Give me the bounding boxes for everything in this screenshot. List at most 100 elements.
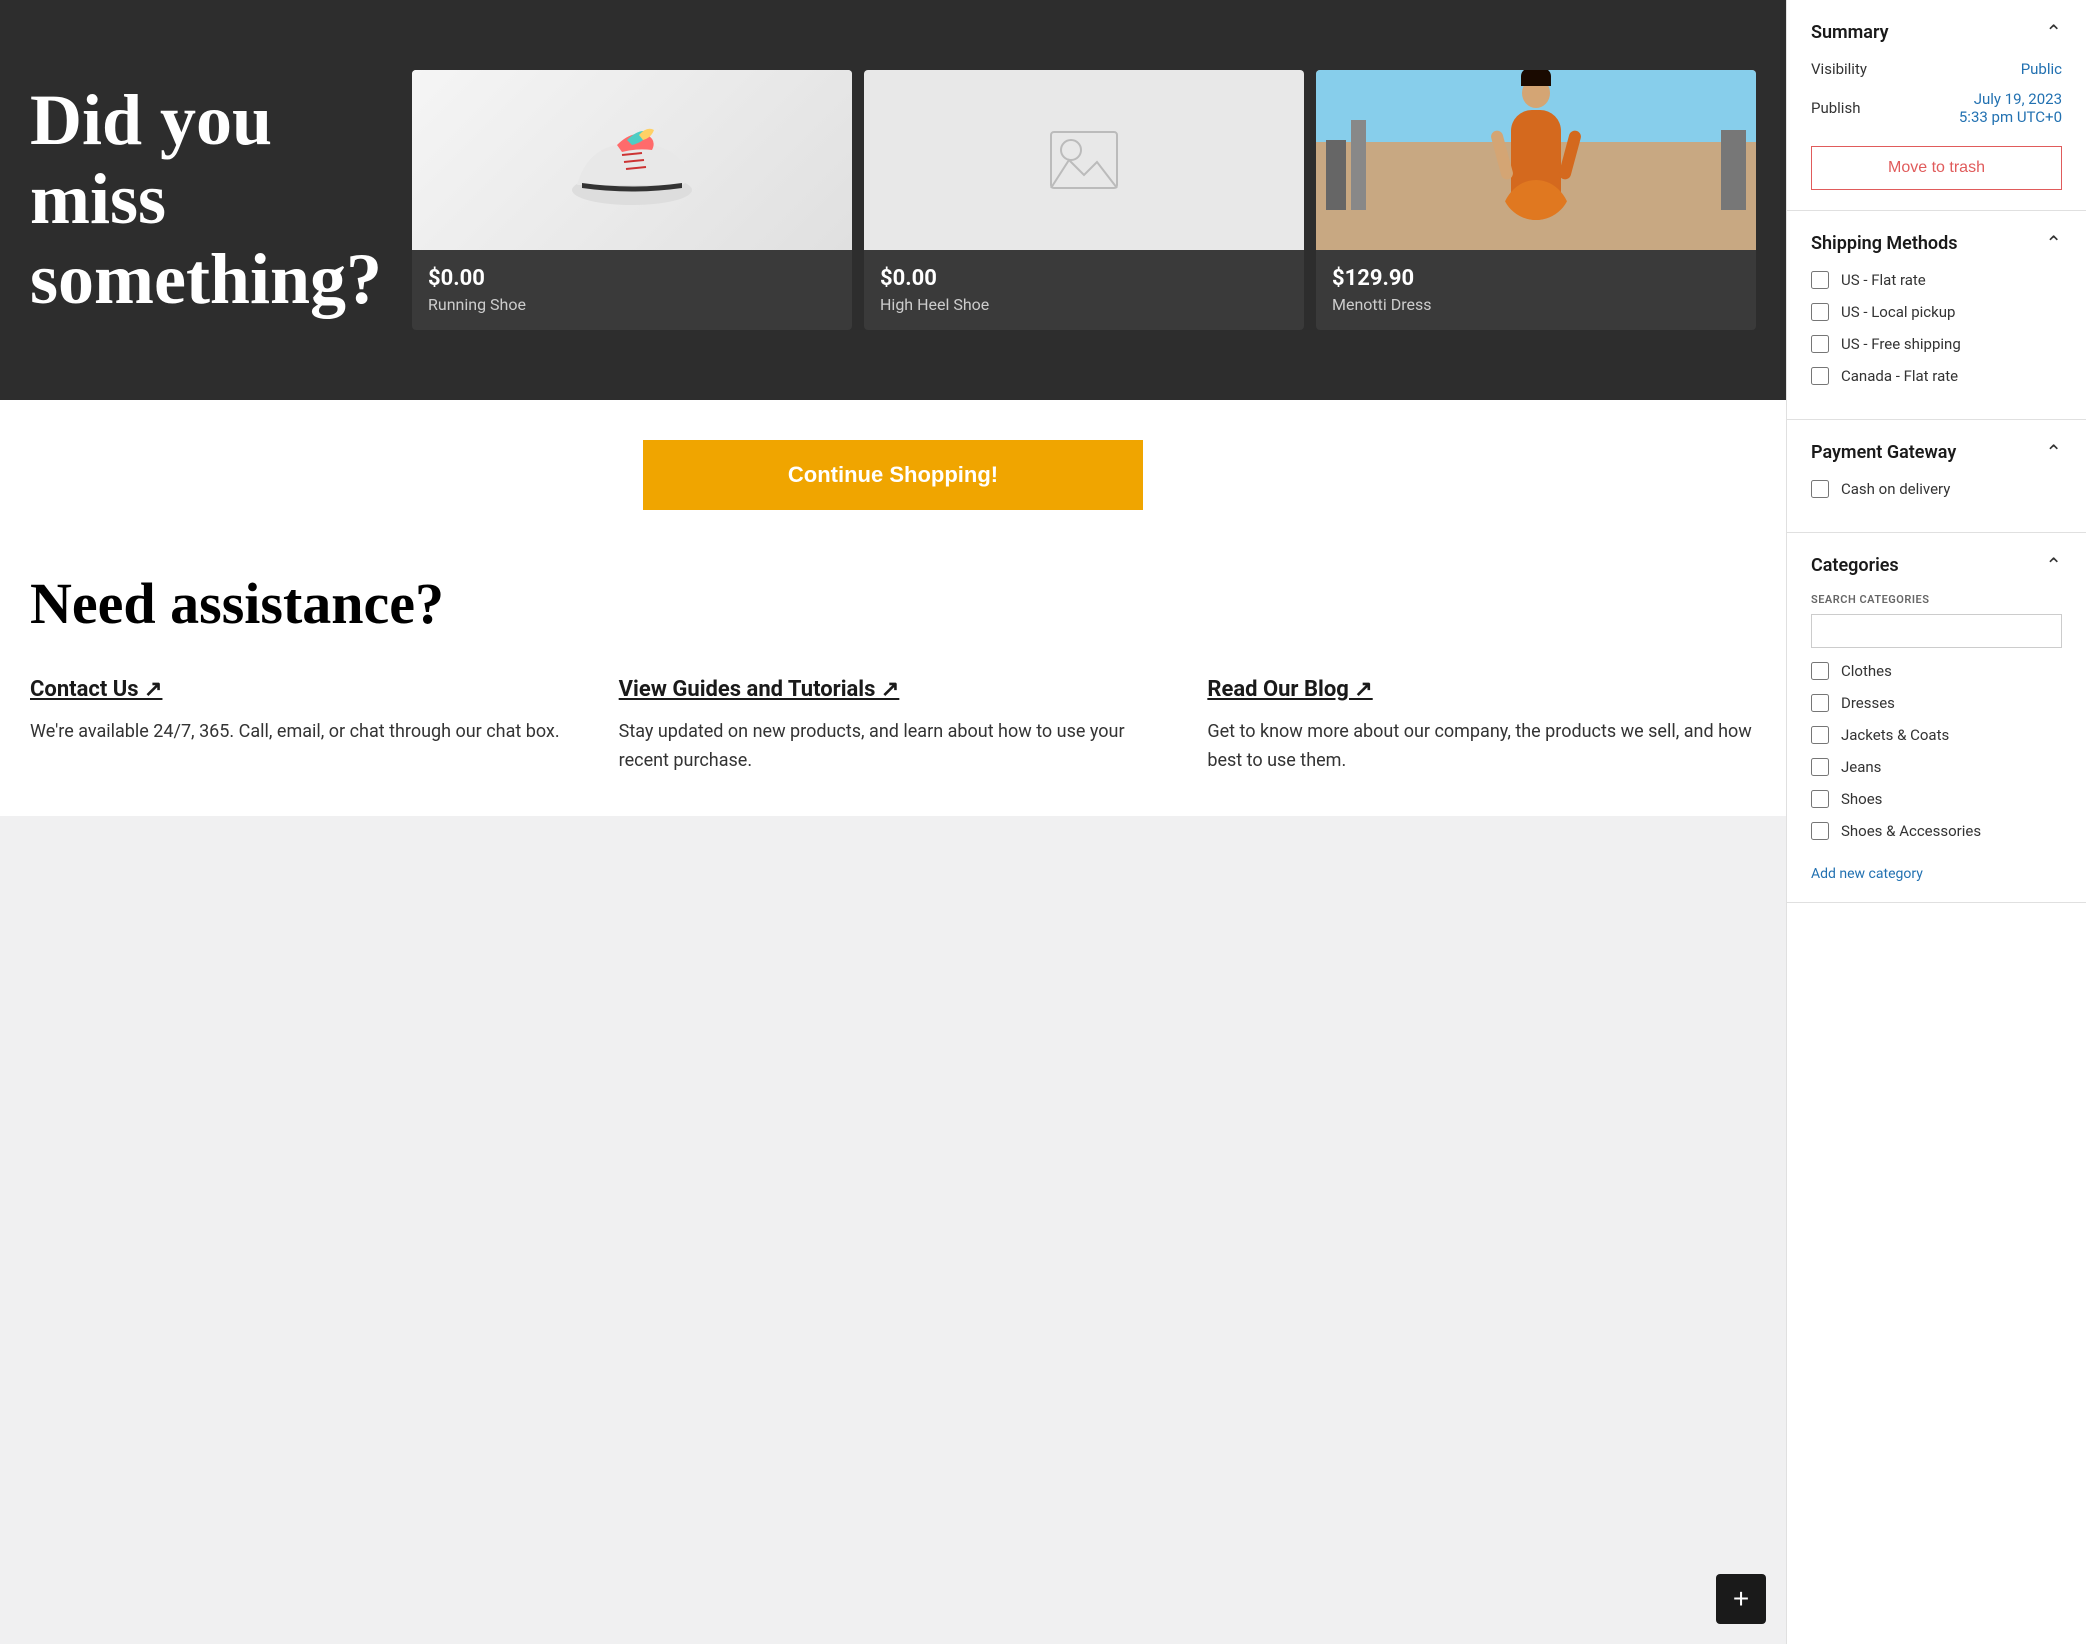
categories-list: Clothes Dresses Jackets & Coats Jeans Sh… <box>1811 662 2062 854</box>
payment-header: Payment Gateway ⌃ <box>1811 440 2062 464</box>
category-checkbox-6[interactable] <box>1811 822 1829 840</box>
shipping-label-2: US - Local pickup <box>1841 303 1955 321</box>
sidebar: Summary ⌃ Visibility Public Publish July… <box>1786 0 2086 1644</box>
product-info-2: $0.00 High Heel Shoe <box>864 250 1304 330</box>
payment-label-1: Cash on delivery <box>1841 480 1950 498</box>
move-to-trash-button[interactable]: Move to trash <box>1811 146 2062 190</box>
search-categories-label: SEARCH CATEGORIES <box>1811 593 2062 606</box>
hero-title: Did you miss something? <box>30 81 382 319</box>
shipping-label-4: Canada - Flat rate <box>1841 367 1958 385</box>
category-label-6: Shoes & Accessories <box>1841 822 1981 840</box>
publish-label: Publish <box>1811 99 1860 117</box>
contact-us-text: We're available 24/7, 365. Call, email, … <box>30 718 579 747</box>
category-label-1: Clothes <box>1841 662 1892 680</box>
product-image-3 <box>1316 70 1756 250</box>
assistance-title: Need assistance? <box>30 570 1756 637</box>
publish-date[interactable]: July 19, 2023 <box>1959 90 2062 108</box>
assistance-item-1: Contact Us ↗ We're available 24/7, 365. … <box>30 677 579 776</box>
categories-title: Categories <box>1811 555 1899 576</box>
placeholder-svg <box>1049 130 1119 190</box>
hero-section: Did you miss something? <box>0 0 1786 400</box>
category-label-4: Jeans <box>1841 758 1881 776</box>
shipping-collapse-icon[interactable]: ⌃ <box>2045 231 2062 255</box>
visibility-value[interactable]: Public <box>2021 60 2062 78</box>
search-categories-input[interactable] <box>1811 614 2062 648</box>
shipping-label-3: US - Free shipping <box>1841 335 1961 353</box>
shipping-checkbox-3[interactable] <box>1811 335 1829 353</box>
product-info-1: $0.00 Running Shoe <box>412 250 852 330</box>
main-content: Did you miss something? <box>0 0 1786 816</box>
category-checkbox-4[interactable] <box>1811 758 1829 776</box>
summary-title: Summary <box>1811 22 1889 43</box>
product-card-2[interactable]: $0.00 High Heel Shoe <box>864 70 1304 330</box>
category-4[interactable]: Jeans <box>1811 758 2062 776</box>
category-5[interactable]: Shoes <box>1811 790 2062 808</box>
add-new-category-link[interactable]: Add new category <box>1811 866 2062 882</box>
continue-shopping-section: Continue Shopping! <box>0 400 1786 550</box>
fab-button[interactable]: + <box>1716 1574 1766 1624</box>
payment-title: Payment Gateway <box>1811 442 1956 463</box>
product-name-3: Menotti Dress <box>1332 295 1740 314</box>
category-3[interactable]: Jackets & Coats <box>1811 726 2062 744</box>
blog-text: Get to know more about our company, the … <box>1207 718 1756 776</box>
visibility-label: Visibility <box>1811 60 1867 78</box>
continue-shopping-button[interactable]: Continue Shopping! <box>643 440 1143 510</box>
visibility-row: Visibility Public <box>1811 60 2062 78</box>
category-label-3: Jackets & Coats <box>1841 726 1949 744</box>
product-price-1: $0.00 <box>428 266 836 291</box>
category-6[interactable]: Shoes & Accessories <box>1811 822 2062 840</box>
assistance-item-3: Read Our Blog ↗ Get to know more about o… <box>1207 677 1756 776</box>
shipping-method-2[interactable]: US - Local pickup <box>1811 303 2062 321</box>
shipping-section: Shipping Methods ⌃ US - Flat rate US - L… <box>1787 211 2086 420</box>
shipping-method-3[interactable]: US - Free shipping <box>1811 335 2062 353</box>
shipping-title: Shipping Methods <box>1811 233 1958 254</box>
product-card-3[interactable]: $129.90 Menotti Dress <box>1316 70 1756 330</box>
product-cards: $0.00 Running Shoe <box>412 70 1756 330</box>
payment-section: Payment Gateway ⌃ Cash on delivery <box>1787 420 2086 533</box>
categories-collapse-icon[interactable]: ⌃ <box>2045 553 2062 577</box>
contact-us-link[interactable]: Contact Us ↗ <box>30 677 579 702</box>
publish-row: Publish July 19, 2023 5:33 pm UTC+0 <box>1811 90 2062 126</box>
product-name-2: High Heel Shoe <box>880 295 1288 314</box>
publish-date-container: July 19, 2023 5:33 pm UTC+0 <box>1959 90 2062 126</box>
categories-header: Categories ⌃ <box>1811 553 2062 577</box>
shoe-svg <box>567 110 697 210</box>
category-checkbox-5[interactable] <box>1811 790 1829 808</box>
product-price-2: $0.00 <box>880 266 1288 291</box>
category-label-2: Dresses <box>1841 694 1895 712</box>
shipping-label-1: US - Flat rate <box>1841 271 1926 289</box>
shipping-header: Shipping Methods ⌃ <box>1811 231 2062 255</box>
shipping-method-1[interactable]: US - Flat rate <box>1811 271 2062 289</box>
payment-checkbox-1[interactable] <box>1811 480 1829 498</box>
guides-link[interactable]: View Guides and Tutorials ↗ <box>619 677 1168 702</box>
product-name-1: Running Shoe <box>428 295 836 314</box>
assistance-item-2: View Guides and Tutorials ↗ Stay updated… <box>619 677 1168 776</box>
category-1[interactable]: Clothes <box>1811 662 2062 680</box>
product-card-1[interactable]: $0.00 Running Shoe <box>412 70 852 330</box>
payment-gateway-1[interactable]: Cash on delivery <box>1811 480 2062 498</box>
category-label-5: Shoes <box>1841 790 1882 808</box>
guides-text: Stay updated on new products, and learn … <box>619 718 1168 776</box>
product-image-2 <box>864 70 1304 250</box>
shipping-checkbox-1[interactable] <box>1811 271 1829 289</box>
product-image-1 <box>412 70 852 250</box>
assistance-section: Need assistance? Contact Us ↗ We're avai… <box>0 550 1786 816</box>
summary-header: Summary ⌃ <box>1811 20 2062 44</box>
main-wrapper: Did you miss something? <box>0 0 1786 1644</box>
category-checkbox-2[interactable] <box>1811 694 1829 712</box>
product-price-3: $129.90 <box>1332 266 1740 291</box>
product-info-3: $129.90 Menotti Dress <box>1316 250 1756 330</box>
shipping-method-4[interactable]: Canada - Flat rate <box>1811 367 2062 385</box>
category-checkbox-3[interactable] <box>1811 726 1829 744</box>
shoe-image <box>412 70 852 250</box>
shipping-checkbox-2[interactable] <box>1811 303 1829 321</box>
payment-collapse-icon[interactable]: ⌃ <box>2045 440 2062 464</box>
category-2[interactable]: Dresses <box>1811 694 2062 712</box>
summary-section: Summary ⌃ Visibility Public Publish July… <box>1787 0 2086 211</box>
assistance-grid: Contact Us ↗ We're available 24/7, 365. … <box>30 677 1756 776</box>
publish-time[interactable]: 5:33 pm UTC+0 <box>1959 108 2062 126</box>
summary-collapse-icon[interactable]: ⌃ <box>2045 20 2062 44</box>
category-checkbox-1[interactable] <box>1811 662 1829 680</box>
shipping-checkbox-4[interactable] <box>1811 367 1829 385</box>
blog-link[interactable]: Read Our Blog ↗ <box>1207 677 1756 702</box>
